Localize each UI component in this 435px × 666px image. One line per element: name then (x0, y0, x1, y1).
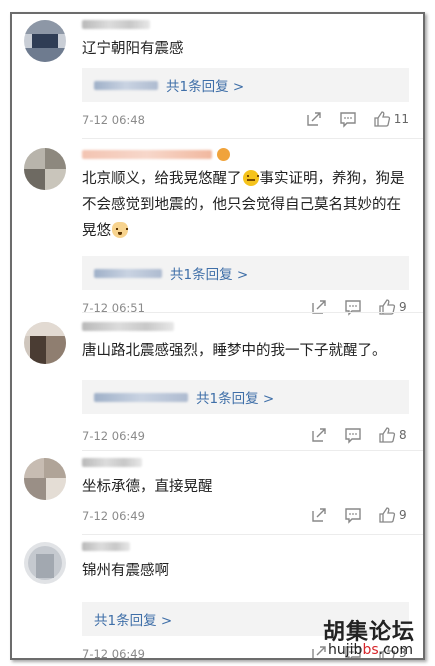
expressionless-emoji (242, 170, 259, 186)
dog-face-emoji (112, 222, 128, 238)
like-count: 9 (399, 508, 407, 522)
comment-actions: 8 (294, 426, 409, 444)
replies-link[interactable]: 共1条回复 > (82, 68, 409, 102)
comment-footer: 7-12 06:49 8 (82, 426, 409, 446)
username[interactable] (82, 458, 142, 467)
comment-time: 7-12 06:49 (82, 429, 145, 443)
username[interactable] (82, 542, 130, 551)
like-count: 11 (393, 112, 409, 126)
comment-time: 7-12 06:49 (82, 647, 145, 660)
comment-item: 坐标承德，直接晃醒 7-12 06:49 9 (12, 450, 423, 540)
replies-count-label: 共1条回复 > (166, 79, 245, 95)
reply-username (94, 268, 162, 278)
comment-item: 北京顺义，给我晃悠醒了 事实证明，养狗，狗是不会感觉到地震的，他只会觉得自己莫名其… (12, 138, 423, 316)
replies-count-label: 共1条回复 > (170, 267, 249, 283)
thumbs-up-icon[interactable] (373, 110, 391, 128)
comment-footer: 7-12 06:48 11 (82, 110, 409, 130)
forum-url-watermark: hujibbs.com (328, 642, 413, 658)
user-badge-icon (217, 148, 230, 161)
avatar[interactable] (24, 542, 66, 584)
thumbs-up-icon[interactable] (378, 506, 396, 524)
avatar[interactable] (24, 322, 66, 364)
share-icon[interactable] (310, 506, 328, 524)
replies-count-label: 共1条回复 > (196, 391, 275, 407)
avatar[interactable] (24, 148, 66, 190)
username[interactable] (82, 150, 212, 159)
comment-time: 7-12 06:49 (82, 509, 145, 523)
comment-text: 辽宁朝阳有震感 (82, 41, 184, 57)
comment-icon[interactable] (339, 110, 357, 128)
replies-link[interactable]: 共1条回复 > (82, 380, 409, 414)
reply-username (94, 392, 188, 402)
comment-time: 7-12 06:48 (82, 113, 145, 127)
comment-text: 北京顺义，给我晃悠醒了 事实证明，养狗，狗是不会感觉到地震的，他只会觉得自己莫名其… (82, 170, 405, 239)
avatar[interactable] (24, 458, 66, 500)
share-icon[interactable] (310, 426, 328, 444)
like-count: 8 (399, 428, 407, 442)
username[interactable] (82, 322, 174, 331)
comment-text: 坐标承德，直接晃醒 (82, 479, 213, 495)
thumbs-up-icon[interactable] (378, 426, 396, 444)
comment-actions: 11 (289, 110, 409, 128)
avatar[interactable] (24, 20, 66, 62)
reply-username (94, 80, 158, 90)
share-icon[interactable] (310, 644, 328, 658)
replies-count-label: 共1条回复 > (94, 613, 173, 629)
replies-link[interactable]: 共1条回复 > (82, 256, 409, 290)
comment-icon[interactable] (344, 426, 362, 444)
comment-list-screenshot: 辽宁朝阳有震感 共1条回复 > 7-12 06:48 11 北京顺义，给我晃悠醒 (10, 12, 425, 660)
share-icon[interactable] (305, 110, 323, 128)
comment-item: 唐山路北震感强烈，睡梦中的我一下子就醒了。 共1条回复 > 7-12 06:49… (12, 312, 423, 444)
comment-icon[interactable] (344, 506, 362, 524)
comment-text: 锦州有震感啊 (82, 563, 169, 579)
comment-actions: 9 (294, 506, 409, 524)
comment-footer: 7-12 06:49 9 (82, 506, 409, 526)
comment-item: 辽宁朝阳有震感 共1条回复 > 7-12 06:48 11 (12, 14, 423, 138)
username[interactable] (82, 20, 150, 29)
comment-text: 唐山路北震感强烈，睡梦中的我一下子就醒了。 (82, 343, 387, 359)
